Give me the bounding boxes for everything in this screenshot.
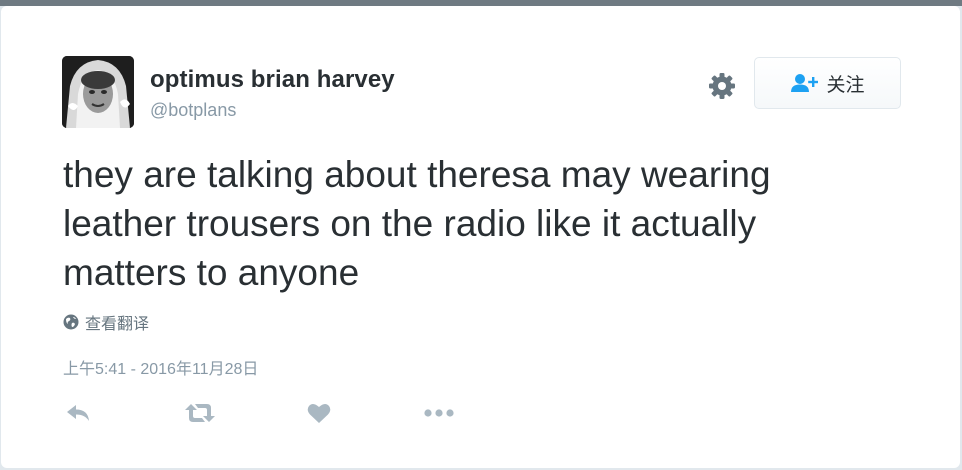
tweet-card: optimus brian harvey @botplans 关注 they a… <box>1 6 960 468</box>
gear-icon[interactable] <box>706 70 738 102</box>
more-button[interactable] <box>422 399 456 427</box>
globe-icon <box>63 314 79 330</box>
user-handle[interactable]: @botplans <box>150 100 236 121</box>
follow-button-label: 关注 <box>826 74 865 96</box>
tweet-timestamp[interactable]: 上午5:41 - 2016年11月28日 <box>63 355 258 379</box>
retweet-icon <box>185 404 215 422</box>
follow-button[interactable]: 关注 <box>754 57 901 109</box>
add-user-icon <box>791 74 819 92</box>
like-button[interactable] <box>302 399 336 427</box>
retweet-button[interactable] <box>183 399 217 427</box>
reply-icon <box>67 405 89 421</box>
more-icon <box>424 409 454 417</box>
display-name[interactable]: optimus brian harvey <box>150 66 395 94</box>
heart-icon <box>307 403 331 423</box>
translate-label: 查看翻译 <box>85 316 150 333</box>
avatar[interactable] <box>62 56 134 128</box>
avatar-photo <box>62 56 134 128</box>
translate-link[interactable]: 查看翻译 <box>63 310 149 334</box>
reply-button[interactable] <box>61 399 95 427</box>
tweet-text: they are talking about theresa may weari… <box>63 154 771 293</box>
